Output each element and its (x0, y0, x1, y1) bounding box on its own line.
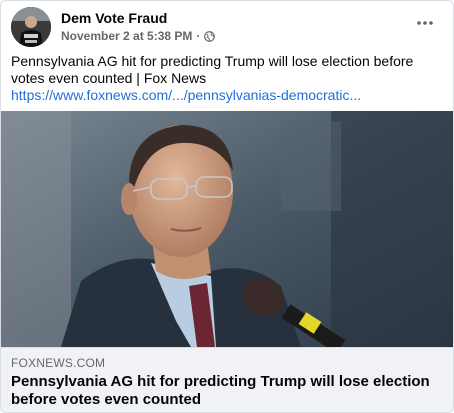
post-header: Dem Vote Fraud November 2 at 5:38 PM · (11, 7, 443, 47)
author-name[interactable]: Dem Vote Fraud (61, 10, 167, 26)
meta-separator: · (196, 29, 201, 43)
post-timestamp[interactable]: November 2 at 5:38 PM (61, 29, 192, 43)
author-avatar[interactable] (11, 7, 51, 47)
link-preview-footer[interactable]: FOXNEWS.COM Pennsylvania AG hit for pred… (1, 347, 453, 412)
more-options-icon[interactable] (411, 13, 439, 33)
post-text: Pennsylvania AG hit for predicting Trump… (11, 53, 414, 86)
post-meta: November 2 at 5:38 PM · (61, 29, 216, 43)
facebook-post-card: Dem Vote Fraud November 2 at 5:38 PM · P… (0, 0, 454, 413)
post-link[interactable]: https://www.foxnews.com/.../pennsylvania… (11, 87, 435, 103)
link-preview-image[interactable] (1, 111, 453, 347)
link-domain: FOXNEWS.COM (11, 356, 106, 370)
link-headline[interactable]: Pennsylvania AG hit for predicting Trump… (11, 373, 443, 409)
globe-icon (204, 30, 216, 42)
